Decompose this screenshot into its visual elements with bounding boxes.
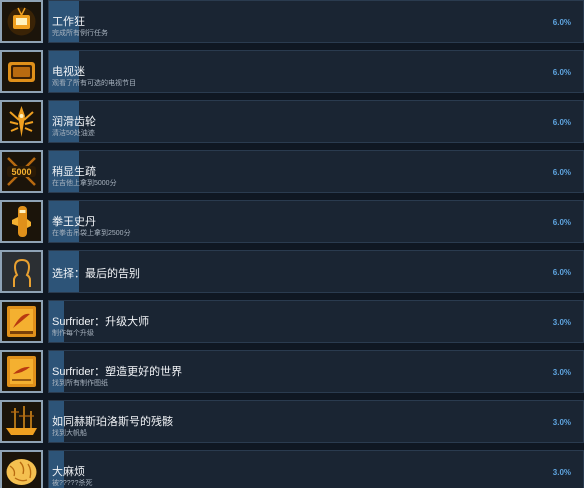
achievement-title: Surfrider：升级大师: [52, 316, 150, 328]
achievement-title: 选择：最后的告别: [52, 268, 140, 280]
achievement-percent: 3.0%: [552, 318, 571, 327]
achievement-bar: 大麻烦 被?????杀死 3.0%: [48, 450, 584, 488]
surfboard-blueprint-icon: [0, 350, 43, 393]
achievement-percent: 6.0%: [552, 218, 571, 227]
silhouette-icon: [0, 250, 43, 293]
achievement-row[interactable]: 选择：最后的告别 6.0%: [0, 250, 584, 296]
achievement-percent: 3.0%: [552, 418, 571, 427]
achievement-desc: 完成所有例行任务: [52, 30, 108, 37]
achievement-percent: 6.0%: [552, 18, 571, 27]
achievement-row[interactable]: 大麻烦 被?????杀死 3.0%: [0, 450, 584, 488]
achievement-title: 电视迷: [52, 66, 85, 78]
achievement-bar: 拳王史丹 在拳击吊袋上拿到2500分 6.0%: [48, 200, 584, 243]
achievement-row[interactable]: Surfrider：塑造更好的世界 找到所有制作图纸 3.0%: [0, 350, 584, 396]
scales-icon: [0, 450, 43, 488]
achievement-bar: Surfrider：塑造更好的世界 找到所有制作图纸 3.0%: [48, 350, 584, 393]
achievement-percent: 6.0%: [552, 118, 571, 127]
workaholic-icon: [0, 0, 43, 43]
galleon-icon: [0, 400, 43, 443]
achievement-row[interactable]: 润滑齿轮 清洁50处油迹 6.0%: [0, 100, 584, 146]
achievement-bar: 润滑齿轮 清洁50处油迹 6.0%: [48, 100, 584, 143]
achievement-bar: Surfrider：升级大师 制作每个升级 3.0%: [48, 300, 584, 343]
gear-oil-icon: [0, 100, 43, 143]
achievement-percent: 6.0%: [552, 268, 571, 277]
achievement-desc: 在拳击吊袋上拿到2500分: [52, 230, 131, 237]
achievement-desc: 观看了所有可选的电视节目: [52, 80, 136, 87]
achievement-desc: 清洁50处油迹: [52, 130, 95, 137]
achievement-bar: 工作狂 完成所有例行任务 6.0%: [48, 0, 584, 43]
achievement-desc: 在吉他上拿到5000分: [52, 180, 117, 187]
achievement-row[interactable]: Surfrider：升级大师 制作每个升级 3.0%: [0, 300, 584, 346]
punching-bag-icon: [0, 200, 43, 243]
achievement-row[interactable]: 5000 稍显生疏 在吉他上拿到5000分 6.0%: [0, 150, 584, 196]
achievement-title: Surfrider：塑造更好的世界: [52, 366, 183, 378]
achievement-desc: 制作每个升级: [52, 330, 94, 337]
achievement-desc: 找到所有制作图纸: [52, 380, 108, 387]
achievement-percent: 6.0%: [552, 168, 571, 177]
achievement-row[interactable]: 拳王史丹 在拳击吊袋上拿到2500分 6.0%: [0, 200, 584, 246]
achievement-desc: 找到大帆船: [52, 430, 87, 437]
achievement-bar: 如同赫斯珀洛斯号的残骸 找到大帆船 3.0%: [48, 400, 584, 443]
guitar-5000-icon: 5000: [0, 150, 43, 193]
achievement-bar: 稍显生疏 在吉他上拿到5000分 6.0%: [48, 150, 584, 193]
achievement-row[interactable]: 电视迷 观看了所有可选的电视节目 6.0%: [0, 50, 584, 96]
achievement-title: 如同赫斯珀洛斯号的残骸: [52, 416, 173, 428]
surfboard-upgrade-icon: [0, 300, 43, 343]
achievement-title: 拳王史丹: [52, 216, 96, 228]
achievement-percent: 3.0%: [552, 368, 571, 377]
achievement-title: 稍显生疏: [52, 166, 96, 178]
achievement-desc: 被?????杀死: [52, 480, 93, 487]
achievement-bar: 选择：最后的告别 6.0%: [48, 250, 584, 293]
achievement-title: 大麻烦: [52, 466, 85, 478]
achievement-title: 润滑齿轮: [52, 116, 96, 128]
svg-text:5000: 5000: [11, 167, 31, 177]
achievement-percent: 6.0%: [552, 68, 571, 77]
achievement-title: 工作狂: [52, 16, 85, 28]
achievement-bar: 电视迷 观看了所有可选的电视节目 6.0%: [48, 50, 584, 93]
achievement-percent: 3.0%: [552, 468, 571, 477]
tv-icon: [0, 50, 43, 93]
achievement-row[interactable]: 工作狂 完成所有例行任务 6.0%: [0, 0, 584, 46]
achievement-row[interactable]: 如同赫斯珀洛斯号的残骸 找到大帆船 3.0%: [0, 400, 584, 446]
achievement-list: 工作狂 完成所有例行任务 6.0% 电视迷 观看了所有可选的电视节目 6.0%: [0, 0, 584, 488]
